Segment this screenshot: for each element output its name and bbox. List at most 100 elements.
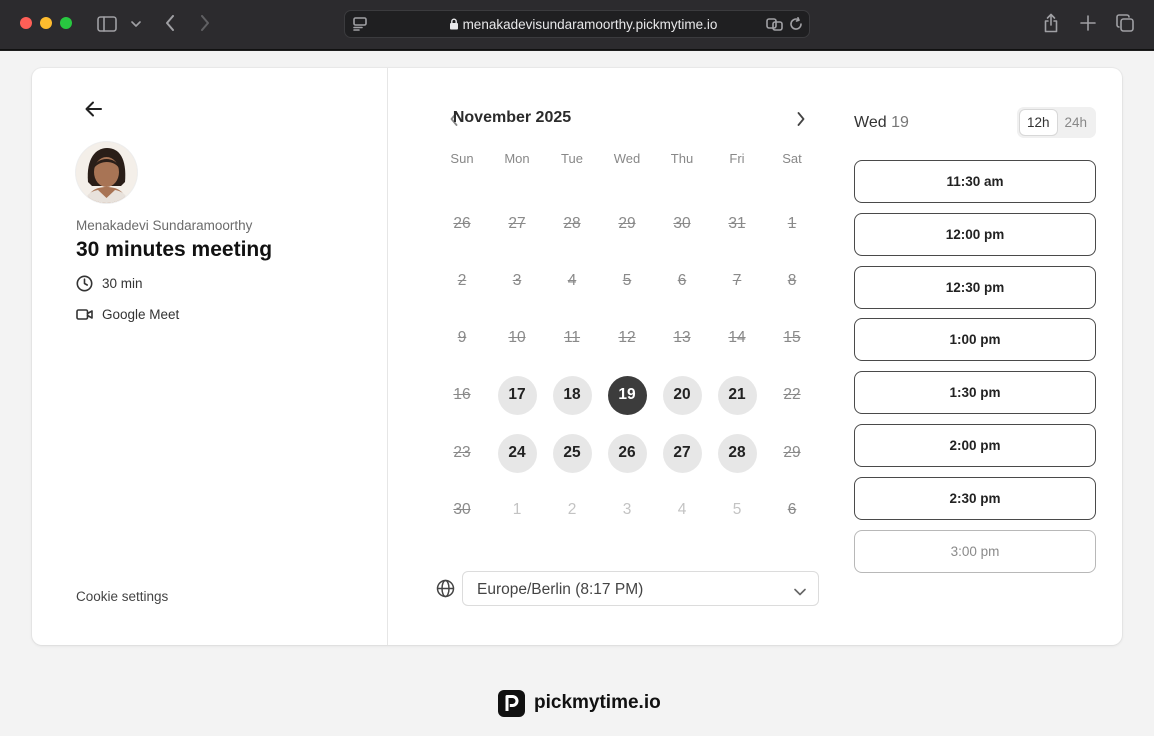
calendar-day: 3 xyxy=(622,501,632,518)
calendar-day: 11 xyxy=(563,329,581,346)
close-window-button[interactable] xyxy=(20,17,32,29)
calendar-day: 14 xyxy=(728,329,746,346)
calendar-day: 6 xyxy=(787,501,797,518)
calendar-day: 30 xyxy=(453,501,471,518)
selected-weekday: Wed xyxy=(854,114,887,131)
calendar-day: 1 xyxy=(512,501,522,518)
calendar-day: 12 xyxy=(618,329,636,346)
calendar-day: 31 xyxy=(728,215,746,232)
chevron-right-icon xyxy=(797,112,805,126)
weekday-label: Tue xyxy=(561,151,583,166)
tabs-overview-icon[interactable] xyxy=(1115,13,1135,33)
page-content: Menakadevi Sundaramoorthy 30 minutes mee… xyxy=(0,51,1154,736)
translate-icon[interactable] xyxy=(765,16,783,32)
calendar-day[interactable]: 27 xyxy=(662,433,702,473)
forward-arrow-icon[interactable] xyxy=(195,13,215,33)
lock-icon xyxy=(449,18,459,33)
sidebar-icon[interactable] xyxy=(96,14,118,34)
calendar-day: 5 xyxy=(732,501,742,518)
calendar-day: 4 xyxy=(677,501,687,518)
calendar-day: 5 xyxy=(622,272,632,289)
time-slot-button[interactable]: 1:00 pm xyxy=(854,318,1096,362)
calendar-day: 15 xyxy=(783,329,801,346)
brand-footer[interactable]: pickmytime.io xyxy=(498,689,661,717)
calendar-day: 7 xyxy=(732,272,742,289)
calendar-day[interactable]: 26 xyxy=(607,433,647,473)
calendar-day: 30 xyxy=(673,215,691,232)
timezone-value: Europe/Berlin (8:17 PM) xyxy=(477,581,644,598)
calendar-day: 9 xyxy=(457,329,467,346)
weekday-label: Sun xyxy=(450,151,474,166)
back-arrow-icon[interactable] xyxy=(160,13,180,33)
chevron-down-icon xyxy=(794,583,806,601)
pickmytime-logo xyxy=(498,689,525,717)
brand-name: pickmytime.io xyxy=(534,692,661,713)
calendar-day: 29 xyxy=(618,215,636,232)
back-arrow-icon xyxy=(85,101,102,117)
timezone-select[interactable]: Europe/Berlin (8:17 PM) xyxy=(462,571,819,606)
calendar-day[interactable]: 28 xyxy=(717,433,757,473)
back-button[interactable] xyxy=(84,100,106,120)
calendar-day: 27 xyxy=(508,215,526,232)
calendar-day: 2 xyxy=(567,501,577,518)
calendar-day[interactable]: 25 xyxy=(552,433,592,473)
address-bar[interactable]: menakadevisundaramoorthy.pickmytime.io xyxy=(344,10,810,38)
time-slot-button[interactable]: 12:30 pm xyxy=(854,265,1096,309)
calendar-day: 3 xyxy=(512,272,522,289)
calendar-day: 22 xyxy=(783,386,801,403)
calendar-day[interactable]: 20 xyxy=(662,375,702,415)
calendar-day-selected[interactable]: 19 xyxy=(607,375,647,415)
calendar-day: 29 xyxy=(783,444,801,461)
clock-icon xyxy=(76,275,93,291)
weekday-label: Thu xyxy=(670,151,694,166)
url-text: menakadevisundaramoorthy.pickmytime.io xyxy=(462,17,718,32)
weekday-label: Fri xyxy=(729,151,745,166)
calendar-day: 1 xyxy=(787,215,797,232)
calendar-day: 4 xyxy=(567,272,577,289)
time-slot-button[interactable]: 3:00 pm xyxy=(854,529,1096,573)
format-12h-button[interactable]: 12h xyxy=(1019,109,1058,136)
time-slot-button[interactable]: 2:00 pm xyxy=(854,424,1096,467)
time-slot-button[interactable]: 12:00 pm xyxy=(854,212,1096,256)
booking-card: Menakadevi Sundaramoorthy 30 minutes mee… xyxy=(32,68,1122,645)
calendar-day: 6 xyxy=(677,272,687,289)
cookie-settings-link[interactable]: Cookie settings xyxy=(76,589,168,604)
time-format-toggle: 12h 24h xyxy=(1017,107,1096,138)
time-slot-button[interactable]: 11:30 am xyxy=(854,160,1096,203)
calendar-day: 16 xyxy=(453,386,471,403)
weekday-label: Wed xyxy=(613,151,641,166)
calendar-day[interactable]: 21 xyxy=(717,375,757,415)
reload-icon[interactable] xyxy=(788,16,804,32)
selected-day-number: 19 xyxy=(891,114,909,131)
new-tab-icon[interactable] xyxy=(1078,13,1098,33)
calendar-day[interactable]: 17 xyxy=(497,375,537,415)
location-label: Google Meet xyxy=(102,306,180,322)
format-24h-button[interactable]: 24h xyxy=(1058,109,1095,136)
calendar-day: 8 xyxy=(787,272,797,289)
duration-label: 30 min xyxy=(102,275,143,291)
chevron-down-icon[interactable] xyxy=(129,17,143,31)
host-avatar xyxy=(76,142,137,203)
location-info: Google Meet xyxy=(76,304,179,324)
weekday-label: Sat xyxy=(782,151,802,166)
browser-toolbar: menakadevisundaramoorthy.pickmytime.io xyxy=(0,0,1154,50)
globe-icon xyxy=(436,579,455,598)
time-slot-button[interactable]: 1:30 pm xyxy=(854,371,1096,415)
host-name: Menakadevi Sundaramoorthy xyxy=(76,218,253,233)
calendar-day: 26 xyxy=(453,215,471,232)
calendar-day[interactable]: 24 xyxy=(497,433,537,473)
minimize-window-button[interactable] xyxy=(40,17,52,29)
calendar-day[interactable]: 18 xyxy=(552,375,592,415)
selected-date-label: Wed 19 xyxy=(854,114,909,132)
zoom-window-button[interactable] xyxy=(60,17,72,29)
next-month-button[interactable] xyxy=(791,109,811,129)
weekday-label: Mon xyxy=(504,151,530,166)
video-camera-icon xyxy=(76,308,93,320)
panel-divider xyxy=(387,68,388,645)
calendar-day: 28 xyxy=(563,215,581,232)
duration-info: 30 min xyxy=(76,273,143,293)
time-slot-button[interactable]: 2:30 pm xyxy=(854,476,1096,520)
calendar-day: 23 xyxy=(453,444,471,461)
share-icon[interactable] xyxy=(1041,11,1061,35)
calendar-day: 2 xyxy=(457,272,467,289)
